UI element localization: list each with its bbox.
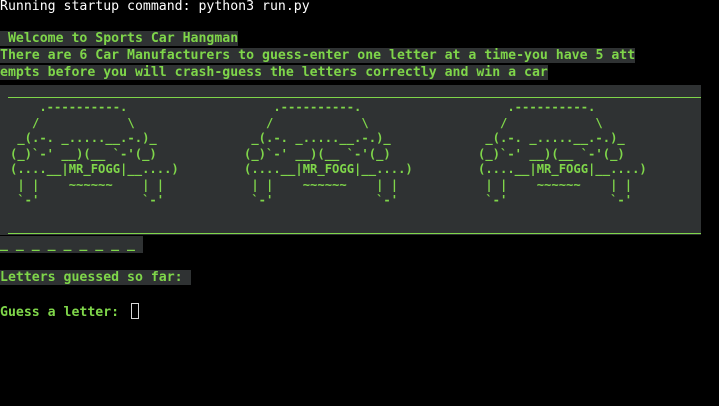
terminal-window[interactable]: Running startup command: python3 run.py …: [0, 0, 719, 406]
letters-guessed-label: Letters guessed so far:: [0, 270, 191, 285]
guess-prompt-label: Guess a letter:: [0, 305, 128, 320]
guess-prompt-line[interactable]: Guess a letter:: [0, 303, 140, 321]
intro-line-1: There are 6 Car Manufacturers to guess-e…: [0, 47, 636, 64]
startup-command-line: Running startup command: python3 run.py: [0, 0, 310, 14]
welcome-text: Welcome to Sports Car Hangman: [0, 31, 239, 46]
intro-line-2: empts before you will crash-guess the le…: [0, 64, 548, 81]
welcome-line: Welcome to Sports Car Hangman: [0, 30, 239, 47]
art-top-divider: [8, 97, 701, 98]
intro-text-1: There are 6 Car Manufacturers to guess-e…: [0, 48, 636, 63]
car-ascii-art-2: .----------. / \ _(.-. _.....__.-.)_ (_)…: [244, 100, 413, 207]
car-ascii-art-3: .----------. / \ _(.-. _.....__.-.)_ (_)…: [478, 100, 647, 207]
letters-guessed-line: Letters guessed so far:: [0, 269, 191, 286]
text-cursor[interactable]: [131, 303, 140, 319]
word-blanks: _ _ _ _ _ _ _ _ _: [0, 236, 143, 253]
art-bottom-divider: [8, 233, 701, 234]
car-ascii-art-1: .----------. / \ _(.-. _.....__.-.)_ (_)…: [10, 100, 179, 207]
intro-text-2: empts before you will crash-guess the le…: [0, 65, 548, 80]
car-art-panel: .----------. / \ _(.-. _.....__.-.)_ (_)…: [0, 85, 701, 235]
